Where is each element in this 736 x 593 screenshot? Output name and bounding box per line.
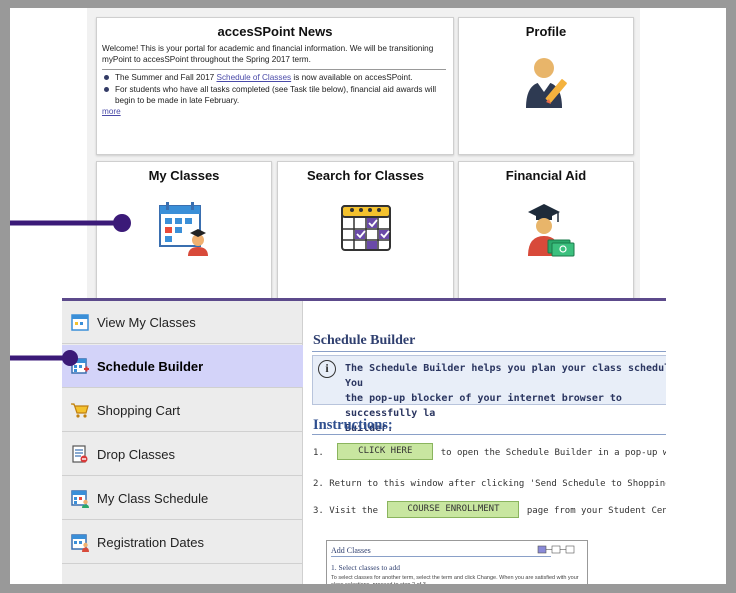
step-number: 1.	[313, 448, 324, 458]
drop-doc-icon	[72, 445, 88, 463]
registration-icon	[71, 534, 89, 552]
add-classes-screenshot: Add Classes 1. Select classes to add To …	[326, 540, 588, 584]
click-here-button[interactable]: CLICK HERE	[337, 443, 434, 460]
shot-step: 1. Select classes to add	[331, 563, 400, 572]
news-item-text: The Summer and Fall 2017	[115, 73, 217, 82]
cart-icon	[71, 403, 89, 418]
shot-text: To select classes for another term, sele…	[331, 575, 579, 584]
instructions-divider	[312, 434, 666, 435]
info-icon: i	[318, 360, 336, 378]
step-text: page from your Student Center to	[526, 506, 666, 516]
sidebar-item-label: Registration Dates	[97, 534, 204, 550]
financial-aid-tile[interactable]: Financial Aid	[458, 161, 634, 302]
schedule-icon	[71, 490, 89, 508]
sidebar-item-shopping-cart[interactable]: Shopping Cart	[62, 389, 303, 432]
news-tile: accesSPoint News Welcome! This is your p…	[96, 17, 454, 155]
info-line: The Schedule Builder helps you plan your…	[345, 363, 666, 389]
step-text: to open the Schedule Builder in a pop-up…	[440, 448, 666, 458]
schedule-of-classes-link[interactable]: Schedule of Classes	[216, 73, 291, 82]
info-text: The Schedule Builder helps you plan your…	[345, 361, 666, 436]
profile-tile[interactable]: Profile	[458, 17, 634, 155]
class-calendar-student-icon	[159, 202, 208, 256]
profile-user-pencil-icon	[526, 58, 567, 108]
more-link[interactable]: more	[97, 107, 453, 116]
dashboard-tiles: accesSPoint News Welcome! This is your p…	[87, 8, 640, 302]
sidebar-item-label: Shopping Cart	[97, 402, 181, 418]
news-title: accesSPoint News	[217, 24, 333, 39]
step-1: 1. CLICK HERE to open the Schedule Build…	[313, 443, 666, 460]
sidebar-item-label: Schedule Builder	[97, 358, 204, 374]
info-box: i The Schedule Builder helps you plan yo…	[312, 355, 666, 434]
sidebar-item-registration-dates[interactable]: Registration Dates	[62, 521, 303, 564]
course-enrollment-button[interactable]: COURSE ENROLLMENT	[387, 501, 520, 518]
title-divider	[312, 351, 666, 352]
step-progress-icon	[537, 545, 575, 554]
sidebar-item-label: My Class Schedule	[97, 490, 209, 506]
news-item: For students who have all tasks complete…	[103, 84, 448, 106]
sidebar-item-my-class-schedule[interactable]: My Class Schedule	[62, 477, 303, 520]
news-list: The Summer and Fall 2017 Schedule of Cla…	[97, 72, 453, 106]
news-intro: Welcome! This is your portal for academi…	[102, 44, 434, 64]
step-3: 3. Visit the COURSE ENROLLMENT page from…	[313, 501, 666, 518]
schedule-builder-content: Schedule Builder i The Schedule Builder …	[304, 301, 666, 584]
calendar-icon	[71, 314, 89, 331]
student-center-panel: View My Classes Schedule Builder Shoppin…	[62, 298, 666, 584]
financial-aid-title: Financial Aid	[505, 168, 587, 183]
step-text: 3. Visit the	[313, 506, 379, 516]
calendar-checkmarks-icon	[340, 205, 391, 251]
my-classes-title: My Classes	[148, 168, 220, 183]
step-2: 2. Return to this window after clicking …	[313, 479, 666, 489]
sidebar-item-label: View My Classes	[97, 314, 196, 330]
my-classes-tile[interactable]: My Classes	[96, 161, 272, 302]
news-item: The Summer and Fall 2017 Schedule of Cla…	[103, 72, 448, 83]
sidebar-item-label: Drop Classes	[97, 446, 176, 462]
news-divider	[102, 69, 446, 70]
sidebar: View My Classes Schedule Builder Shoppin…	[62, 301, 303, 584]
search-classes-tile[interactable]: Search for Classes	[277, 161, 454, 302]
graduate-money-icon	[528, 204, 575, 257]
profile-title: Profile	[525, 24, 567, 39]
instructions-heading: Instructions:	[313, 417, 393, 433]
sidebar-item-schedule-builder[interactable]: Schedule Builder	[62, 345, 303, 388]
news-item-text: is now available on accesSPoint.	[291, 73, 413, 82]
page-title: Schedule Builder	[313, 333, 416, 348]
sidebar-item-drop-classes[interactable]: Drop Classes	[62, 433, 303, 476]
search-classes-title: Search for Classes	[306, 168, 425, 183]
sidebar-item-view-my-classes[interactable]: View My Classes	[62, 301, 303, 344]
shot-divider	[331, 556, 551, 557]
calendar-plus-icon	[71, 358, 89, 374]
info-line: the pop-up blocker of your internet brow…	[345, 393, 622, 419]
